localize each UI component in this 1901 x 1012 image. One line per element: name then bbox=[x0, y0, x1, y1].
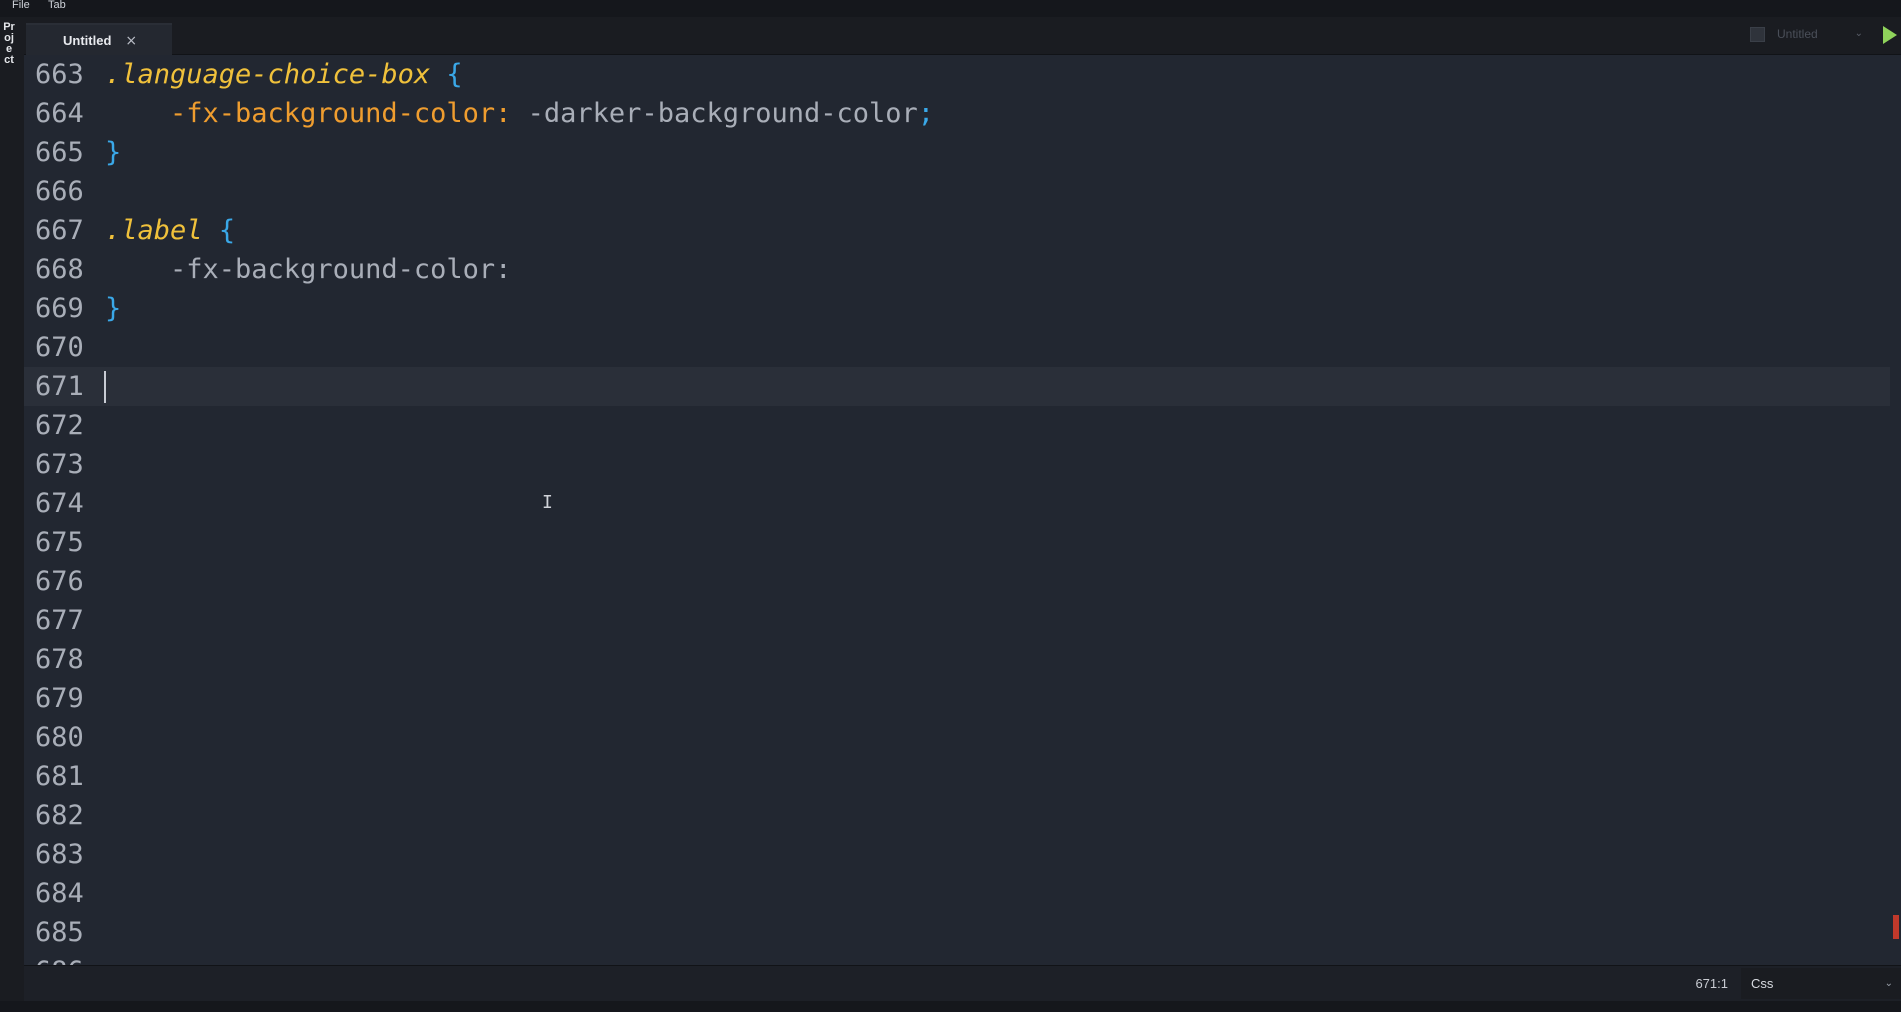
project-side-panel[interactable]: Project bbox=[0, 17, 25, 1012]
code-line[interactable]: 675 bbox=[24, 523, 1890, 562]
code-text: .language-choice-box { bbox=[105, 55, 463, 94]
code-line[interactable]: 666 bbox=[24, 172, 1890, 211]
chevron-down-icon: ⌄ bbox=[1854, 28, 1863, 39]
line-number: 676 bbox=[35, 566, 84, 597]
line-number: 678 bbox=[35, 644, 84, 675]
run-icon[interactable] bbox=[1883, 26, 1897, 44]
line-number: 666 bbox=[35, 176, 84, 207]
code-line[interactable]: 685 bbox=[24, 913, 1890, 952]
code-line[interactable]: 686 bbox=[24, 952, 1890, 965]
line-number: 675 bbox=[35, 527, 84, 558]
run-target-label: Untitled bbox=[1777, 27, 1818, 41]
code-line[interactable]: 672 bbox=[24, 406, 1890, 445]
line-number: 672 bbox=[35, 410, 84, 441]
line-number: 674 bbox=[35, 488, 84, 519]
line-number: 677 bbox=[35, 605, 84, 636]
run-target-select[interactable]: Untitled ⌄ bbox=[1771, 25, 1865, 43]
line-number: 665 bbox=[35, 137, 84, 168]
code-brace: { bbox=[446, 59, 463, 90]
line-number: 663 bbox=[35, 59, 84, 90]
menu-file[interactable]: File bbox=[12, 0, 30, 11]
code-line[interactable]: 671 bbox=[24, 367, 1890, 406]
code-text: } bbox=[105, 133, 121, 172]
line-number: 670 bbox=[35, 332, 84, 363]
line-number: 669 bbox=[35, 293, 84, 324]
chevron-down-icon: ⌄ bbox=[1884, 978, 1893, 989]
language-label: Css bbox=[1751, 976, 1774, 991]
code-line[interactable]: 676 bbox=[24, 562, 1890, 601]
line-number: 682 bbox=[35, 800, 84, 831]
line-number: 679 bbox=[35, 683, 84, 714]
line-number: 668 bbox=[35, 254, 84, 285]
tab-untitled[interactable]: Untitled × bbox=[26, 23, 172, 56]
ibeam-cursor-icon: I bbox=[542, 492, 553, 513]
code-line[interactable]: 678 bbox=[24, 640, 1890, 679]
code-line[interactable]: 668 -fx-background-color: bbox=[24, 250, 1890, 289]
code-line[interactable]: 680 bbox=[24, 718, 1890, 757]
line-number: 673 bbox=[35, 449, 84, 480]
code-line[interactable]: 684 bbox=[24, 874, 1890, 913]
run-toolbar: Untitled ⌄ bbox=[1741, 17, 1901, 54]
code-line[interactable]: 683 bbox=[24, 835, 1890, 874]
project-panel-label[interactable]: Project bbox=[3, 22, 15, 66]
code-line[interactable]: 673 bbox=[24, 445, 1890, 484]
code-line[interactable]: 665} bbox=[24, 133, 1890, 172]
line-number: 683 bbox=[35, 839, 84, 870]
line-number: 664 bbox=[35, 98, 84, 129]
text-caret bbox=[104, 371, 106, 403]
code-terminator: ; bbox=[917, 98, 935, 129]
line-number: 684 bbox=[35, 878, 84, 909]
line-number: 681 bbox=[35, 761, 84, 792]
menu-bar: File Tab bbox=[0, 0, 1901, 18]
code-text: .label { bbox=[105, 211, 235, 250]
code-line[interactable]: 664 -fx-background-color: -darker-backgr… bbox=[24, 94, 1890, 133]
code-brace: { bbox=[218, 215, 236, 246]
code-line[interactable]: 670 bbox=[24, 328, 1890, 367]
menu-tab[interactable]: Tab bbox=[48, 0, 66, 11]
code-line[interactable]: 669} bbox=[24, 289, 1890, 328]
code-text: } bbox=[105, 289, 121, 328]
code-property: -fx-background-color: bbox=[105, 98, 512, 129]
code-line[interactable]: 679 bbox=[24, 679, 1890, 718]
code-line[interactable]: 674 bbox=[24, 484, 1890, 523]
code-line[interactable]: 677 bbox=[24, 601, 1890, 640]
code-value: -fx-background-color: bbox=[105, 254, 512, 285]
scroll-marker[interactable] bbox=[1893, 915, 1899, 939]
line-number: 680 bbox=[35, 722, 84, 753]
line-number: 667 bbox=[35, 215, 84, 246]
code-text: -fx-background-color: bbox=[105, 250, 511, 289]
code-editor[interactable]: 663 .language-choice-box {664 -fx-backgro… bbox=[24, 55, 1901, 965]
code-value: -darker-background-color bbox=[511, 98, 918, 129]
cursor-position: 671:1 bbox=[1695, 976, 1728, 991]
language-select[interactable]: Css ⌄ bbox=[1741, 968, 1901, 999]
line-number: 686 bbox=[35, 952, 105, 965]
code-line[interactable]: 663 .language-choice-box { bbox=[24, 55, 1890, 94]
bottom-strip bbox=[0, 1001, 1901, 1012]
line-number: 685 bbox=[35, 917, 84, 948]
code-line[interactable]: 667 .label { bbox=[24, 211, 1890, 250]
tab-bar: Untitled × Untitled ⌄ bbox=[24, 17, 1901, 56]
code-selector: .label bbox=[105, 215, 203, 246]
tab-title: Untitled bbox=[63, 33, 112, 48]
code-line[interactable]: 682 bbox=[24, 796, 1890, 835]
code-text: -fx-background-color: -darker-background… bbox=[105, 94, 934, 133]
close-icon[interactable]: × bbox=[125, 33, 137, 49]
toolbar-checkbox[interactable] bbox=[1750, 27, 1765, 42]
code-brace: } bbox=[105, 137, 122, 168]
line-number: 671 bbox=[35, 371, 84, 402]
status-bar: 671:1 Css ⌄ bbox=[24, 965, 1901, 1001]
code-selector: .language-choice-box bbox=[105, 59, 431, 90]
code-brace: } bbox=[105, 293, 122, 324]
code-line[interactable]: 681 bbox=[24, 757, 1890, 796]
